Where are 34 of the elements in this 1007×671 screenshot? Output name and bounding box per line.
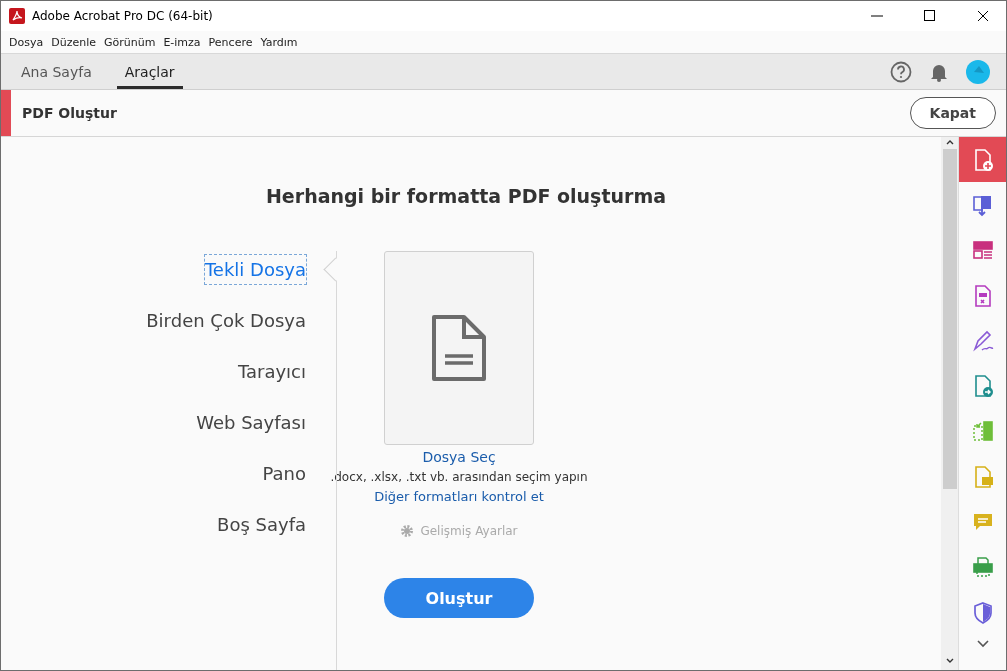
avatar-icon[interactable] (966, 59, 990, 84)
tool-button[interactable] (959, 137, 1006, 183)
file-drop-card[interactable] (384, 251, 534, 445)
source-option[interactable]: Web Sayfası (196, 408, 306, 437)
menu-item[interactable]: Pencere (204, 35, 257, 49)
format-hint: .docx, .xlsx, .txt vb. arasından seçim yapın (330, 470, 588, 484)
tab[interactable]: Ana Sayfa (13, 54, 100, 89)
tool-title: PDF Oluştur (22, 105, 118, 121)
source-option[interactable]: Birden Çok Dosya (146, 306, 306, 335)
source-option[interactable]: Pano (262, 459, 306, 488)
document-icon (431, 314, 487, 382)
tool-accent-bar (1, 90, 11, 136)
menu-item[interactable]: E-imza (159, 35, 205, 49)
menu-item[interactable]: Düzenle (47, 35, 100, 49)
source-option[interactable]: Tekli Dosya (204, 255, 306, 284)
create-button[interactable]: Oluştur (384, 578, 534, 618)
pdf-logo-icon (9, 8, 25, 24)
menu-item[interactable]: Görünüm (99, 35, 160, 49)
choose-file-link[interactable]: Dosya Seç (422, 449, 496, 465)
menu-item[interactable]: Yardım (256, 35, 302, 49)
help-icon[interactable] (890, 60, 912, 83)
gear-icon (400, 524, 415, 538)
scrollbar[interactable] (941, 137, 958, 670)
close-tool-button[interactable]: Kapat (909, 97, 996, 129)
window-title: Adobe Acrobat Pro DC (64-bit) (32, 9, 214, 23)
chevron-down-icon[interactable] (975, 639, 990, 650)
source-option[interactable]: Tarayıcı (237, 357, 306, 386)
maximize-icon (924, 10, 936, 22)
close-icon (977, 10, 989, 22)
other-formats-link[interactable]: Diğer formatları kontrol et (374, 489, 544, 504)
menu-item[interactable]: Dosya (5, 35, 48, 49)
scroll-thumb[interactable] (942, 149, 957, 489)
source-option[interactable]: Boş Sayfa (217, 510, 306, 539)
page-heading: Herhangi bir formatta PDF oluşturma (265, 185, 667, 207)
